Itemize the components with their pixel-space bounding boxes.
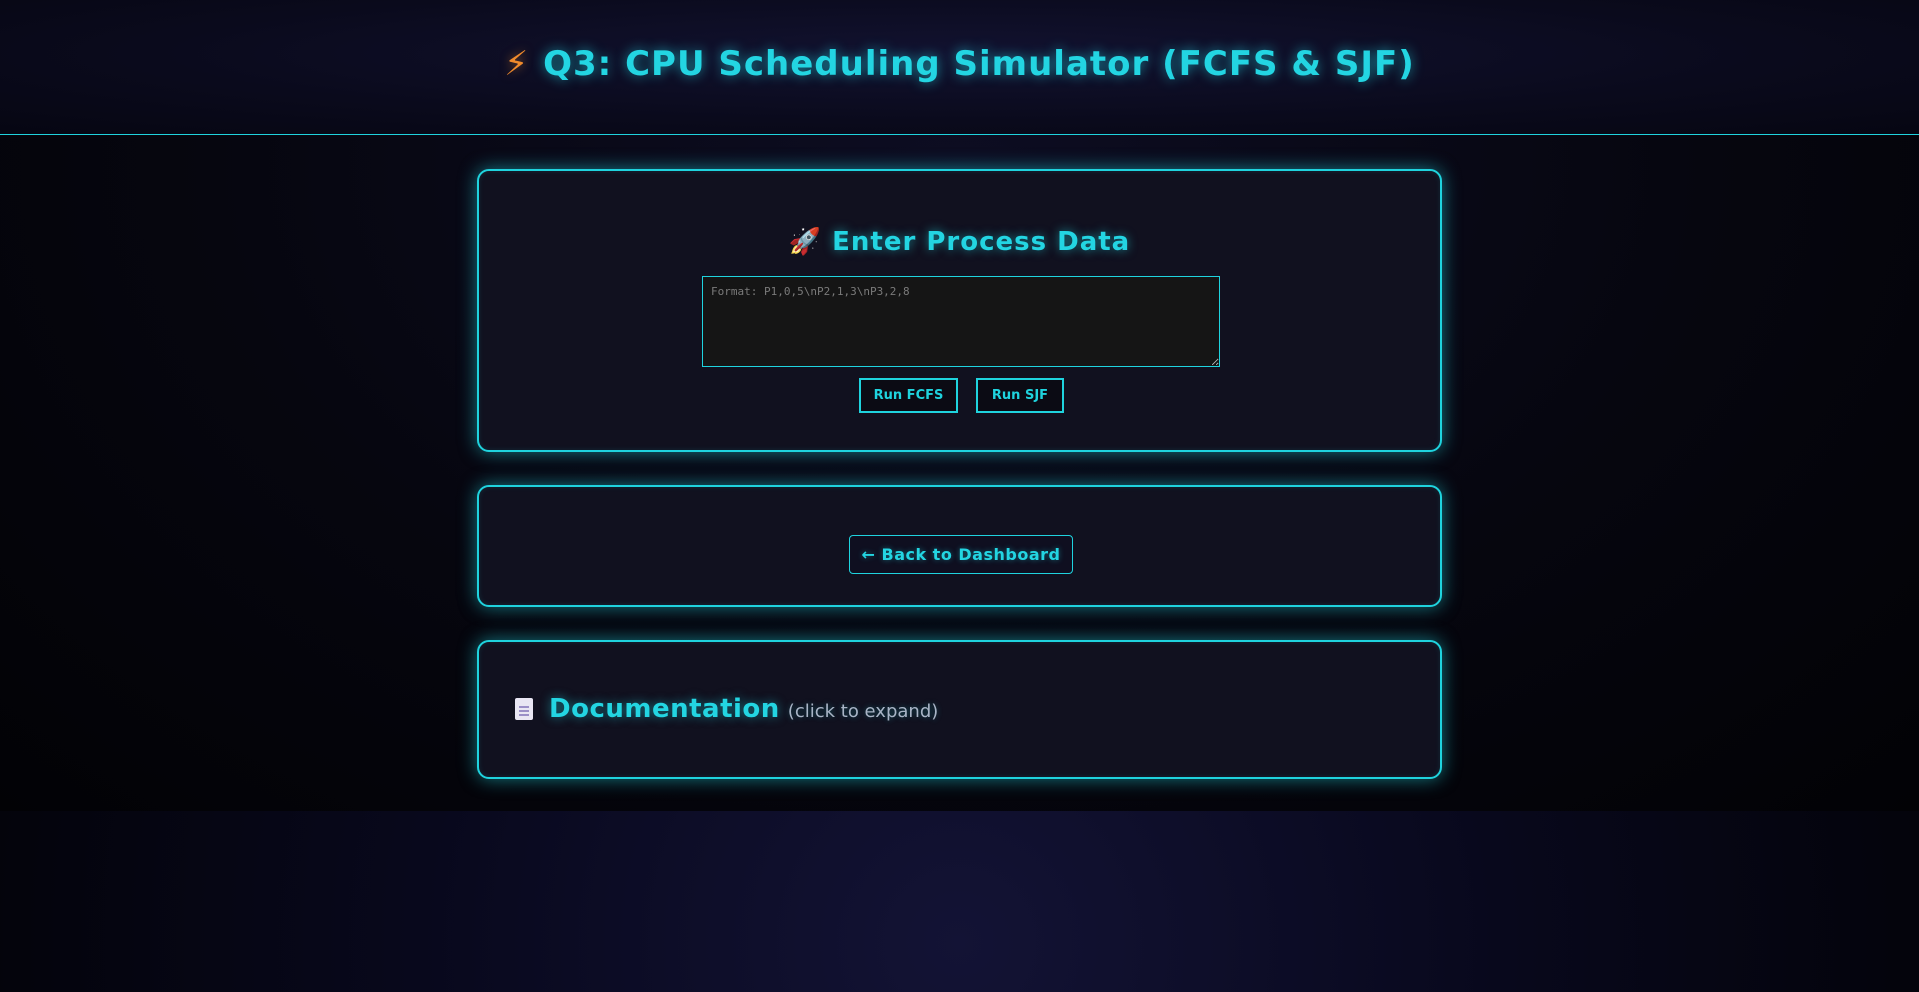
run-sjf-button[interactable]: Run SJF <box>976 378 1064 413</box>
back-to-dashboard-button[interactable]: ← Back to Dashboard <box>849 535 1073 574</box>
run-fcfs-button[interactable]: Run FCFS <box>859 378 958 413</box>
lightning-bolt-icon: ⚡ <box>504 44 530 84</box>
navigation-card: ← Back to Dashboard <box>477 485 1442 607</box>
process-input-heading: 🚀 Enter Process Data <box>479 227 1440 257</box>
page-title: ⚡ Q3: CPU Scheduling Simulator (FCFS & SJ… <box>0 44 1919 84</box>
process-data-textarea[interactable] <box>702 276 1220 367</box>
process-input-heading-text: Enter Process Data <box>832 227 1131 257</box>
process-input-card: 🚀 Enter Process Data Run FCFS Run SJF <box>477 169 1442 452</box>
page-header: ⚡ Q3: CPU Scheduling Simulator (FCFS & SJ… <box>0 0 1919 135</box>
documentation-title: Documentation <box>549 694 780 724</box>
documentation-card: Documentation (click to expand) <box>477 640 1442 779</box>
documentation-toggle[interactable]: Documentation (click to expand) <box>515 694 938 724</box>
document-icon <box>515 698 533 720</box>
page-title-text: Q3: CPU Scheduling Simulator (FCFS & SJF… <box>543 44 1415 84</box>
documentation-expand-hint: (click to expand) <box>787 701 939 722</box>
rocket-icon: 🚀 <box>788 227 823 257</box>
